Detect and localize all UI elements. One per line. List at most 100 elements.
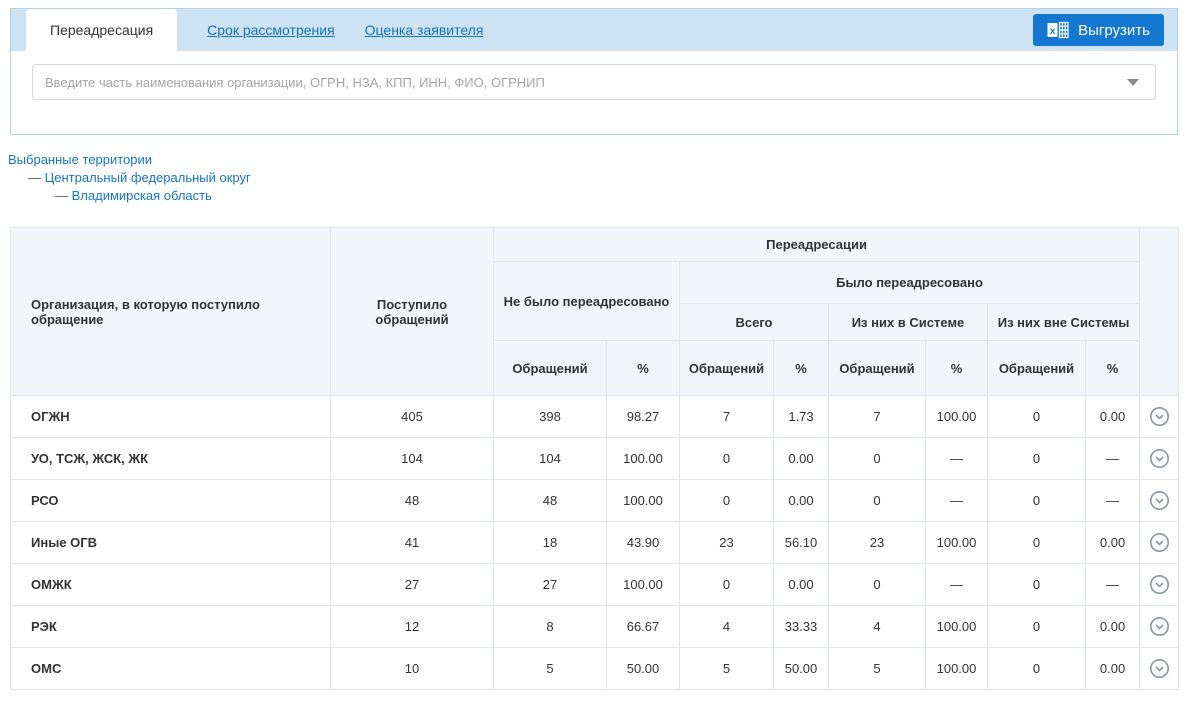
value-cell: 398 [494,396,607,438]
organization-cell: РСО [11,480,331,522]
expand-row-button[interactable] [1147,530,1172,555]
col-header-percent: % [607,341,680,396]
value-cell: 0.00 [774,480,829,522]
tab-bar: Переадресация Срок рассмотрения Оценка з… [11,9,1177,51]
value-cell: 405 [331,396,494,438]
col-header-in-system: Из них в Системе [829,304,988,341]
value-cell: 0 [988,648,1086,690]
value-cell: 0 [829,480,926,522]
value-cell: — [1086,564,1140,606]
export-button[interactable]: x Выгрузить [1033,14,1164,46]
col-header-actions [1140,228,1179,396]
tab-pereadresaciya[interactable]: Переадресация [26,9,177,51]
value-cell: — [1086,480,1140,522]
actions-cell [1140,648,1179,690]
value-cell: 0.00 [774,564,829,606]
selected-territories: Выбранные территории — Центральный федер… [8,151,251,205]
territory-dash: — [55,188,68,203]
value-cell: 100.00 [926,396,988,438]
value-cell: 0 [988,438,1086,480]
territory-label: Владимирская область [72,188,212,203]
col-header-percent: % [926,341,988,396]
value-cell: 104 [494,438,607,480]
organization-cell: Иные ОГВ [11,522,331,564]
chevron-down-circle-icon [1149,574,1170,595]
value-cell: 5 [829,648,926,690]
territory-item-federal-district[interactable]: — Центральный федеральный округ [8,169,251,187]
value-cell: 0.00 [1086,396,1140,438]
value-cell: 0 [680,480,774,522]
col-header-percent: % [1086,341,1140,396]
value-cell: 0.00 [1086,648,1140,690]
actions-cell [1140,480,1179,522]
organization-cell: ОМЖК [11,564,331,606]
value-cell: 0.00 [774,438,829,480]
value-cell: 4 [680,606,774,648]
value-cell: — [926,564,988,606]
organization-search-input[interactable] [32,64,1156,100]
value-cell: 48 [331,480,494,522]
col-header-organization: Организация, в которую поступило обращен… [11,228,331,396]
value-cell: 0 [988,396,1086,438]
expand-row-button[interactable] [1147,614,1172,639]
actions-cell [1140,564,1179,606]
value-cell: 43.90 [607,522,680,564]
actions-cell [1140,438,1179,480]
value-cell: 27 [494,564,607,606]
table-row: ОМЖК2727100.0000.000—0— [11,564,1179,606]
chevron-down-circle-icon [1149,532,1170,553]
col-header-percent: % [774,341,829,396]
value-cell: 23 [680,522,774,564]
col-header-appeals: Обращений [494,341,607,396]
value-cell: 0 [988,564,1086,606]
organization-cell: УО, ТСЖ, ЖСК, ЖК [11,438,331,480]
value-cell: — [926,438,988,480]
dropdown-caret-icon[interactable] [1127,79,1139,86]
value-cell: — [1086,438,1140,480]
chevron-down-circle-icon [1149,490,1170,511]
redirections-table: Организация, в которую поступило обращен… [10,227,1179,690]
expand-row-button[interactable] [1147,656,1172,681]
value-cell: 27 [331,564,494,606]
expand-row-button[interactable] [1147,404,1172,429]
territory-label: Центральный федеральный округ [45,170,251,185]
value-cell: 66.67 [607,606,680,648]
value-cell: 10 [331,648,494,690]
col-header-appeals: Обращений [988,341,1086,396]
value-cell: 100.00 [607,564,680,606]
filter-panel: Переадресация Срок рассмотрения Оценка з… [10,8,1178,135]
territories-title[interactable]: Выбранные территории [8,151,251,169]
col-header-out-system: Из них вне Системы [988,304,1140,341]
expand-row-button[interactable] [1147,446,1172,471]
expand-row-button[interactable] [1147,572,1172,597]
col-group-was-redirected: Было переадресовано [680,262,1140,304]
value-cell: 100.00 [926,606,988,648]
value-cell: 98.27 [607,396,680,438]
value-cell: 0.00 [1086,606,1140,648]
territory-item-region[interactable]: — Владимирская область [8,187,251,205]
value-cell: — [926,480,988,522]
value-cell: 7 [680,396,774,438]
table-row: ОГЖН40539898.2771.737100.0000.00 [11,396,1179,438]
value-cell: 104 [331,438,494,480]
tab-srok-rassmotreniya[interactable]: Срок рассмотрения [207,9,335,51]
value-cell: 0 [988,480,1086,522]
value-cell: 8 [494,606,607,648]
value-cell: 0.00 [1086,522,1140,564]
tab-ocenka-zayavitelya[interactable]: Оценка заявителя [365,9,484,51]
col-header-not-redirected: Не было переадресовано [494,262,680,341]
actions-cell [1140,522,1179,564]
chevron-down-circle-icon [1149,406,1170,427]
value-cell: 0 [988,606,1086,648]
value-cell: 100.00 [926,648,988,690]
table-row: Иные ОГВ411843.902356.1023100.0000.00 [11,522,1179,564]
value-cell: 100.00 [607,438,680,480]
value-cell: 5 [680,648,774,690]
expand-row-button[interactable] [1147,488,1172,513]
value-cell: 7 [829,396,926,438]
value-cell: 50.00 [774,648,829,690]
organization-search [32,64,1156,100]
organization-cell: ОГЖН [11,396,331,438]
col-header-total: Всего [680,304,829,341]
value-cell: 0 [988,522,1086,564]
